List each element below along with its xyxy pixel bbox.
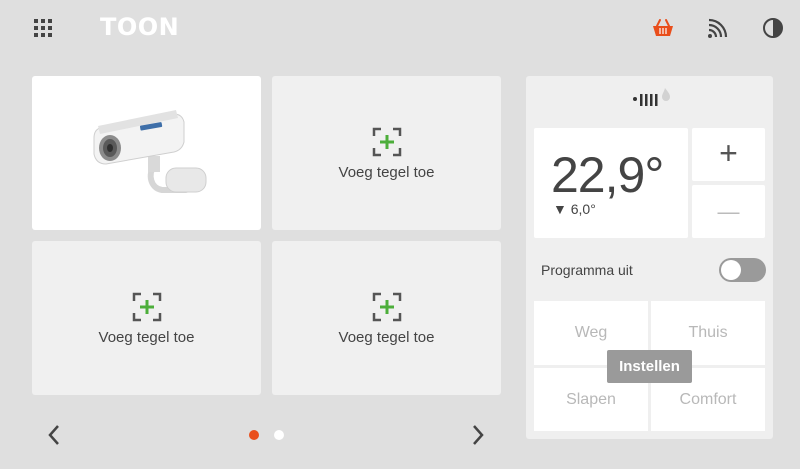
- camera-tile[interactable]: [32, 76, 261, 230]
- page-dot[interactable]: [274, 430, 284, 440]
- apps-grid-icon[interactable]: [34, 19, 52, 37]
- camera-image: [93, 110, 207, 193]
- target-temperature: ▼ 6,0°: [553, 201, 596, 217]
- add-tile-icon: [372, 127, 401, 157]
- decrease-temperature-button[interactable]: —: [692, 185, 765, 238]
- add-tile-button[interactable]: Voeg tegel toe: [272, 241, 501, 395]
- add-tile-label: Voeg tegel toe: [98, 329, 195, 346]
- program-label: Programma uit: [541, 262, 633, 278]
- add-tile-button[interactable]: Voeg tegel toe: [32, 241, 261, 395]
- shopping-basket-icon[interactable]: [651, 16, 675, 40]
- contrast-icon[interactable]: [761, 16, 785, 40]
- increase-temperature-button[interactable]: +: [692, 128, 765, 181]
- chevron-left-icon[interactable]: [46, 423, 62, 447]
- toon-logo: TOON: [100, 13, 180, 41]
- add-tile-icon: [372, 292, 401, 322]
- toggle-knob: [721, 260, 741, 280]
- add-tile-icon: [132, 292, 161, 322]
- add-tile-label: Voeg tegel toe: [338, 329, 435, 346]
- add-tile-button[interactable]: Voeg tegel toe: [272, 76, 501, 230]
- program-toggle[interactable]: [719, 258, 766, 282]
- wifi-icon[interactable]: [706, 16, 730, 40]
- current-temperature: 22,9°: [551, 147, 664, 203]
- chevron-right-icon[interactable]: [470, 423, 486, 447]
- page-dot-active[interactable]: [249, 430, 259, 440]
- add-tile-label: Voeg tegel toe: [338, 164, 435, 181]
- set-program-button[interactable]: Instellen: [607, 350, 692, 383]
- heating-indicator-icon: [633, 88, 670, 106]
